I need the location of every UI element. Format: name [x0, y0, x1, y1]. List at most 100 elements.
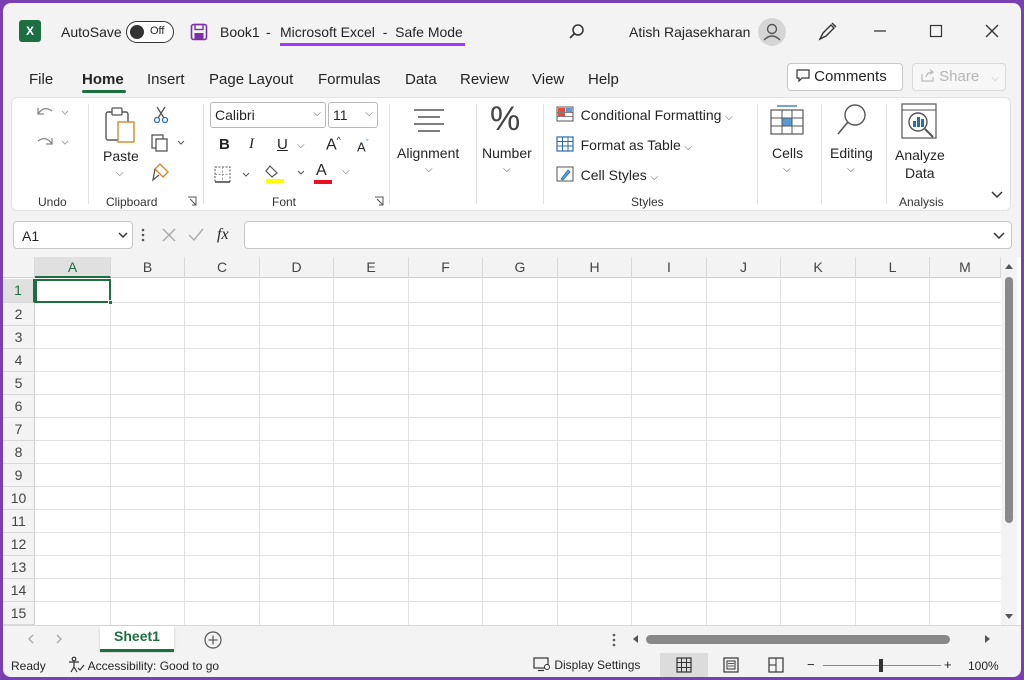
page-layout-view-icon[interactable] [723, 657, 739, 673]
italic-button[interactable]: I [249, 136, 254, 153]
tab-help[interactable]: Help [588, 71, 619, 88]
find-magnifier-icon[interactable] [834, 102, 870, 138]
new-sheet-plus-icon[interactable] [203, 630, 223, 650]
horizontal-scroll-thumb[interactable] [646, 635, 950, 644]
cells-chevron-icon[interactable]: ⌵ [783, 164, 791, 175]
cut-icon[interactable] [152, 106, 170, 124]
active-cell-a1[interactable] [35, 279, 113, 305]
row-header[interactable]: 15 [3, 602, 35, 625]
cancel-x-icon[interactable] [161, 227, 177, 243]
paste-chevron-icon[interactable]: ⌵ [116, 168, 124, 179]
analyze-label[interactable]: Analyze [895, 147, 945, 163]
column-header[interactable]: A [35, 257, 111, 278]
underline-button[interactable]: U [277, 136, 288, 153]
row-header[interactable]: 12 [3, 533, 35, 556]
cells-icon[interactable] [769, 104, 805, 136]
insert-function-button[interactable]: fx [217, 226, 229, 244]
column-header[interactable]: K [781, 257, 856, 278]
undo-icon[interactable] [32, 102, 72, 124]
tab-splitter-dots-icon[interactable] [611, 632, 617, 648]
zoom-slider-thumb[interactable] [879, 659, 883, 672]
cells-label[interactable]: Cells [772, 145, 803, 161]
column-header[interactable]: C [185, 257, 260, 278]
search-icon[interactable] [568, 23, 586, 41]
avatar[interactable] [758, 18, 786, 46]
font-name-select[interactable]: Calibri ⌵ [210, 102, 326, 128]
editing-chevron-icon[interactable]: ⌵ [847, 164, 855, 175]
close-icon[interactable] [982, 21, 1002, 41]
shrink-font-button[interactable]: Aˇ [357, 138, 369, 154]
row-header[interactable]: 11 [3, 510, 35, 533]
tab-page-layout[interactable]: Page Layout [209, 71, 293, 88]
tab-home[interactable]: Home [82, 71, 124, 88]
row-header[interactable]: 2 [3, 303, 35, 326]
enter-check-icon[interactable] [187, 227, 205, 243]
alignment-label[interactable]: Alignment [397, 145, 459, 161]
clipboard-launcher-icon[interactable] [187, 196, 197, 206]
column-header[interactable]: D [260, 257, 334, 278]
row-header[interactable]: 5 [3, 372, 35, 395]
row-header[interactable]: 4 [3, 349, 35, 372]
next-sheet-arrow-icon[interactable] [55, 634, 63, 644]
fill-color-icon[interactable] [264, 162, 308, 184]
analyze-data-label[interactable]: Data [905, 165, 935, 181]
select-all-corner[interactable] [3, 257, 35, 278]
comments-button[interactable]: Comments [787, 63, 903, 91]
percent-icon[interactable]: % [490, 100, 520, 139]
row-header[interactable]: 8 [3, 441, 35, 464]
row-header[interactable]: 10 [3, 487, 35, 510]
font-color-button[interactable]: A ⌵ [314, 162, 358, 186]
display-settings-button[interactable]: Display Settings [533, 656, 640, 672]
row-header[interactable]: 7 [3, 418, 35, 441]
column-header[interactable]: E [334, 257, 409, 278]
save-icon[interactable] [190, 23, 208, 41]
row-header[interactable]: 1 [3, 279, 35, 303]
number-label[interactable]: Number [482, 145, 532, 161]
number-chevron-icon[interactable]: ⌵ [503, 164, 511, 175]
editing-label[interactable]: Editing [830, 145, 873, 161]
borders-icon[interactable] [214, 166, 256, 184]
designer-pen-icon[interactable] [816, 21, 838, 43]
formula-input[interactable] [244, 221, 1012, 249]
vertical-scrollbar[interactable] [1001, 257, 1017, 625]
expand-formula-chevron-icon[interactable] [993, 231, 1005, 239]
column-header[interactable]: G [483, 257, 558, 278]
grow-font-button[interactable]: A^ [326, 135, 341, 154]
accessibility-checker[interactable]: Accessibility: Good to go [67, 656, 219, 674]
format-painter-icon[interactable] [151, 162, 171, 182]
font-launcher-icon[interactable] [374, 196, 384, 206]
paste-label[interactable]: Paste [103, 148, 139, 164]
underline-chevron-icon[interactable]: ⌵ [297, 140, 305, 151]
scroll-down-arrow-icon[interactable] [1004, 613, 1014, 621]
tab-review[interactable]: Review [460, 71, 509, 88]
cell-styles-button[interactable]: Cell Styles ⌵ [556, 166, 658, 183]
zoom-level[interactable]: 100% [968, 659, 999, 673]
prev-sheet-arrow-icon[interactable] [27, 634, 35, 644]
page-break-preview-icon[interactable] [768, 657, 784, 673]
name-box[interactable]: A1 [13, 221, 133, 249]
normal-view-button[interactable] [660, 653, 708, 677]
vertical-scroll-thumb[interactable] [1005, 277, 1013, 523]
column-header[interactable]: L [856, 257, 930, 278]
more-options-dots-icon[interactable] [140, 226, 146, 244]
fill-handle[interactable] [108, 300, 113, 305]
analyze-data-icon[interactable] [900, 102, 940, 142]
sheet-tab-sheet1[interactable]: Sheet1 [100, 626, 174, 652]
ribbon-collapse-chevron-icon[interactable] [990, 190, 1004, 200]
tab-view[interactable]: View [532, 71, 564, 88]
scroll-up-arrow-icon[interactable] [1004, 262, 1014, 270]
bold-button[interactable]: B [219, 136, 230, 153]
tab-formulas[interactable]: Formulas [318, 71, 381, 88]
row-header[interactable]: 14 [3, 579, 35, 602]
column-header[interactable]: I [632, 257, 707, 278]
row-header[interactable]: 9 [3, 464, 35, 487]
worksheet-grid[interactable]: A B C D E F G H I J K L M 1 2 3 4 5 6 7 … [3, 257, 1021, 625]
column-header[interactable]: B [111, 257, 185, 278]
copy-icon[interactable] [150, 134, 188, 152]
autosave-toggle[interactable]: Off [126, 21, 174, 43]
row-header[interactable]: 13 [3, 556, 35, 579]
maximize-icon[interactable] [926, 21, 946, 41]
conditional-formatting-button[interactable]: Conditional Formatting ⌵ [556, 106, 733, 123]
user-name[interactable]: Atish Rajasekharan [629, 24, 750, 40]
minimize-icon[interactable] [870, 21, 890, 41]
